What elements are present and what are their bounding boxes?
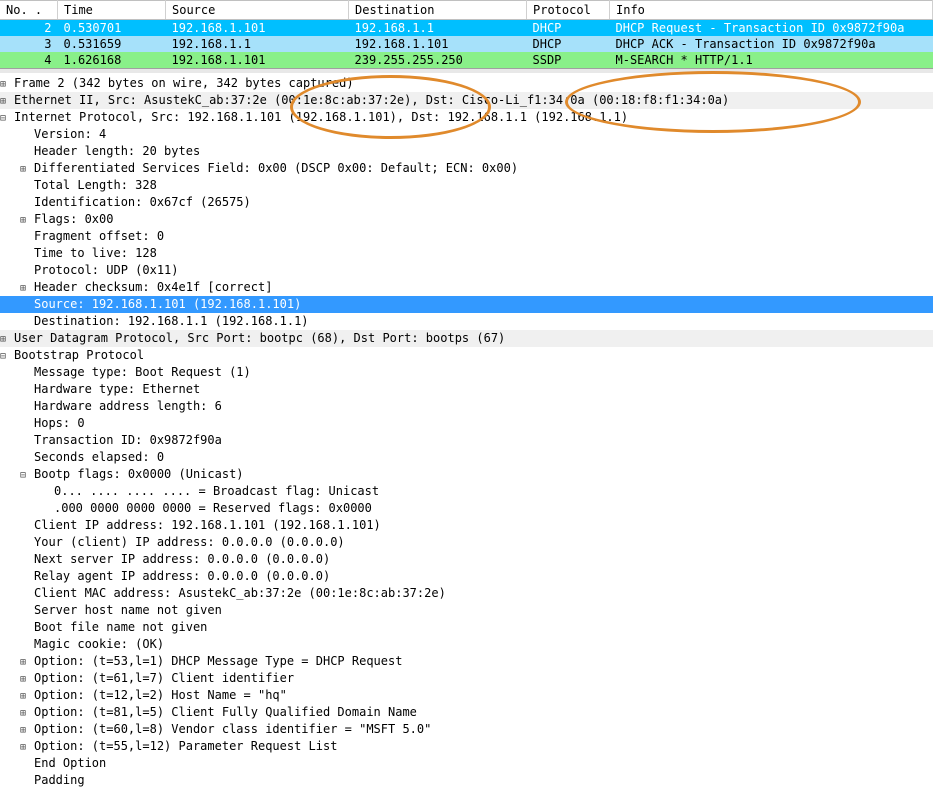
packet-cell-time: 0.530701 [58,20,166,37]
packet-cell-no: 4 [0,52,58,68]
packet-details-pane[interactable]: Frame 2 (342 bytes on wire, 342 bytes ca… [0,73,933,809]
detail-line[interactable]: Option: (t=81,l=5) Client Fully Qualifie… [0,704,933,721]
detail-line[interactable]: Header checksum: 0x4e1f [correct] [0,279,933,296]
detail-line[interactable]: Hops: 0 [0,415,933,432]
detail-line[interactable]: Frame 2 (342 bytes on wire, 342 bytes ca… [0,75,933,92]
packet-cell-src: 192.168.1.101 [166,20,349,37]
packet-cell-proto: SSDP [527,52,610,68]
packet-cell-info: DHCP Request - Transaction ID 0x9872f90a [610,20,933,37]
detail-line[interactable]: .000 0000 0000 0000 = Reserved flags: 0x… [0,500,933,517]
packet-list-table[interactable]: No. . Time Source Destination Protocol I… [0,0,933,68]
col-header-protocol[interactable]: Protocol [527,1,610,20]
detail-line[interactable]: Hardware address length: 6 [0,398,933,415]
detail-line[interactable]: Flags: 0x00 [0,211,933,228]
detail-line[interactable]: Server host name not given [0,602,933,619]
packet-cell-no: 3 [0,36,58,52]
detail-line[interactable]: Header length: 20 bytes [0,143,933,160]
packet-cell-time: 0.531659 [58,36,166,52]
packet-cell-proto: DHCP [527,36,610,52]
detail-line[interactable]: Client IP address: 192.168.1.101 (192.16… [0,517,933,534]
packet-cell-time: 1.626168 [58,52,166,68]
detail-line[interactable]: Differentiated Services Field: 0x00 (DSC… [0,160,933,177]
detail-line[interactable]: Seconds elapsed: 0 [0,449,933,466]
packet-row[interactable]: 30.531659192.168.1.1192.168.1.101DHCPDHC… [0,36,933,52]
detail-line[interactable]: Total Length: 328 [0,177,933,194]
col-header-destination[interactable]: Destination [349,1,527,20]
detail-line[interactable]: Hardware type: Ethernet [0,381,933,398]
packet-row[interactable]: 20.530701192.168.1.101192.168.1.1DHCPDHC… [0,20,933,37]
col-header-time[interactable]: Time [58,1,166,20]
detail-line[interactable]: Option: (t=53,l=1) DHCP Message Type = D… [0,653,933,670]
detail-line[interactable]: Bootp flags: 0x0000 (Unicast) [0,466,933,483]
packet-cell-proto: DHCP [527,20,610,37]
detail-line[interactable]: Next server IP address: 0.0.0.0 (0.0.0.0… [0,551,933,568]
detail-line[interactable]: Time to live: 128 [0,245,933,262]
packet-cell-src: 192.168.1.101 [166,52,349,68]
col-header-no[interactable]: No. . [0,1,58,20]
packet-cell-src: 192.168.1.1 [166,36,349,52]
detail-line[interactable]: Fragment offset: 0 [0,228,933,245]
detail-line[interactable]: Message type: Boot Request (1) [0,364,933,381]
packet-cell-dst: 239.255.255.250 [349,52,527,68]
detail-line[interactable]: Transaction ID: 0x9872f90a [0,432,933,449]
col-header-info[interactable]: Info [610,1,933,20]
detail-line[interactable]: Option: (t=61,l=7) Client identifier [0,670,933,687]
detail-line[interactable]: Bootstrap Protocol [0,347,933,364]
detail-line[interactable]: User Datagram Protocol, Src Port: bootpc… [0,330,933,347]
packet-cell-dst: 192.168.1.101 [349,36,527,52]
detail-line[interactable]: Identification: 0x67cf (26575) [0,194,933,211]
col-header-source[interactable]: Source [166,1,349,20]
packet-cell-info: DHCP ACK - Transaction ID 0x9872f90a [610,36,933,52]
detail-line[interactable]: Boot file name not given [0,619,933,636]
detail-line[interactable]: Destination: 192.168.1.1 (192.168.1.1) [0,313,933,330]
detail-line[interactable]: Option: (t=12,l=2) Host Name = "hq" [0,687,933,704]
detail-line[interactable]: End Option [0,755,933,772]
detail-line[interactable]: Client MAC address: AsustekC_ab:37:2e (0… [0,585,933,602]
detail-line[interactable]: Padding [0,772,933,789]
detail-line[interactable]: Your (client) IP address: 0.0.0.0 (0.0.0… [0,534,933,551]
detail-line[interactable]: Option: (t=55,l=12) Parameter Request Li… [0,738,933,755]
packet-cell-no: 2 [0,20,58,37]
detail-line[interactable]: Version: 4 [0,126,933,143]
detail-line[interactable]: Source: 192.168.1.101 (192.168.1.101) [0,296,933,313]
packet-cell-dst: 192.168.1.1 [349,20,527,37]
packet-cell-info: M-SEARCH * HTTP/1.1 [610,52,933,68]
detail-line[interactable]: Internet Protocol, Src: 192.168.1.101 (1… [0,109,933,126]
detail-line[interactable]: Relay agent IP address: 0.0.0.0 (0.0.0.0… [0,568,933,585]
detail-line[interactable]: 0... .... .... .... = Broadcast flag: Un… [0,483,933,500]
detail-line[interactable]: Ethernet II, Src: AsustekC_ab:37:2e (00:… [0,92,933,109]
packet-row[interactable]: 41.626168192.168.1.101239.255.255.250SSD… [0,52,933,68]
detail-line[interactable]: Protocol: UDP (0x11) [0,262,933,279]
detail-line[interactable]: Magic cookie: (OK) [0,636,933,653]
detail-line[interactable]: Option: (t=60,l=8) Vendor class identifi… [0,721,933,738]
packet-list-header-row[interactable]: No. . Time Source Destination Protocol I… [0,1,933,20]
